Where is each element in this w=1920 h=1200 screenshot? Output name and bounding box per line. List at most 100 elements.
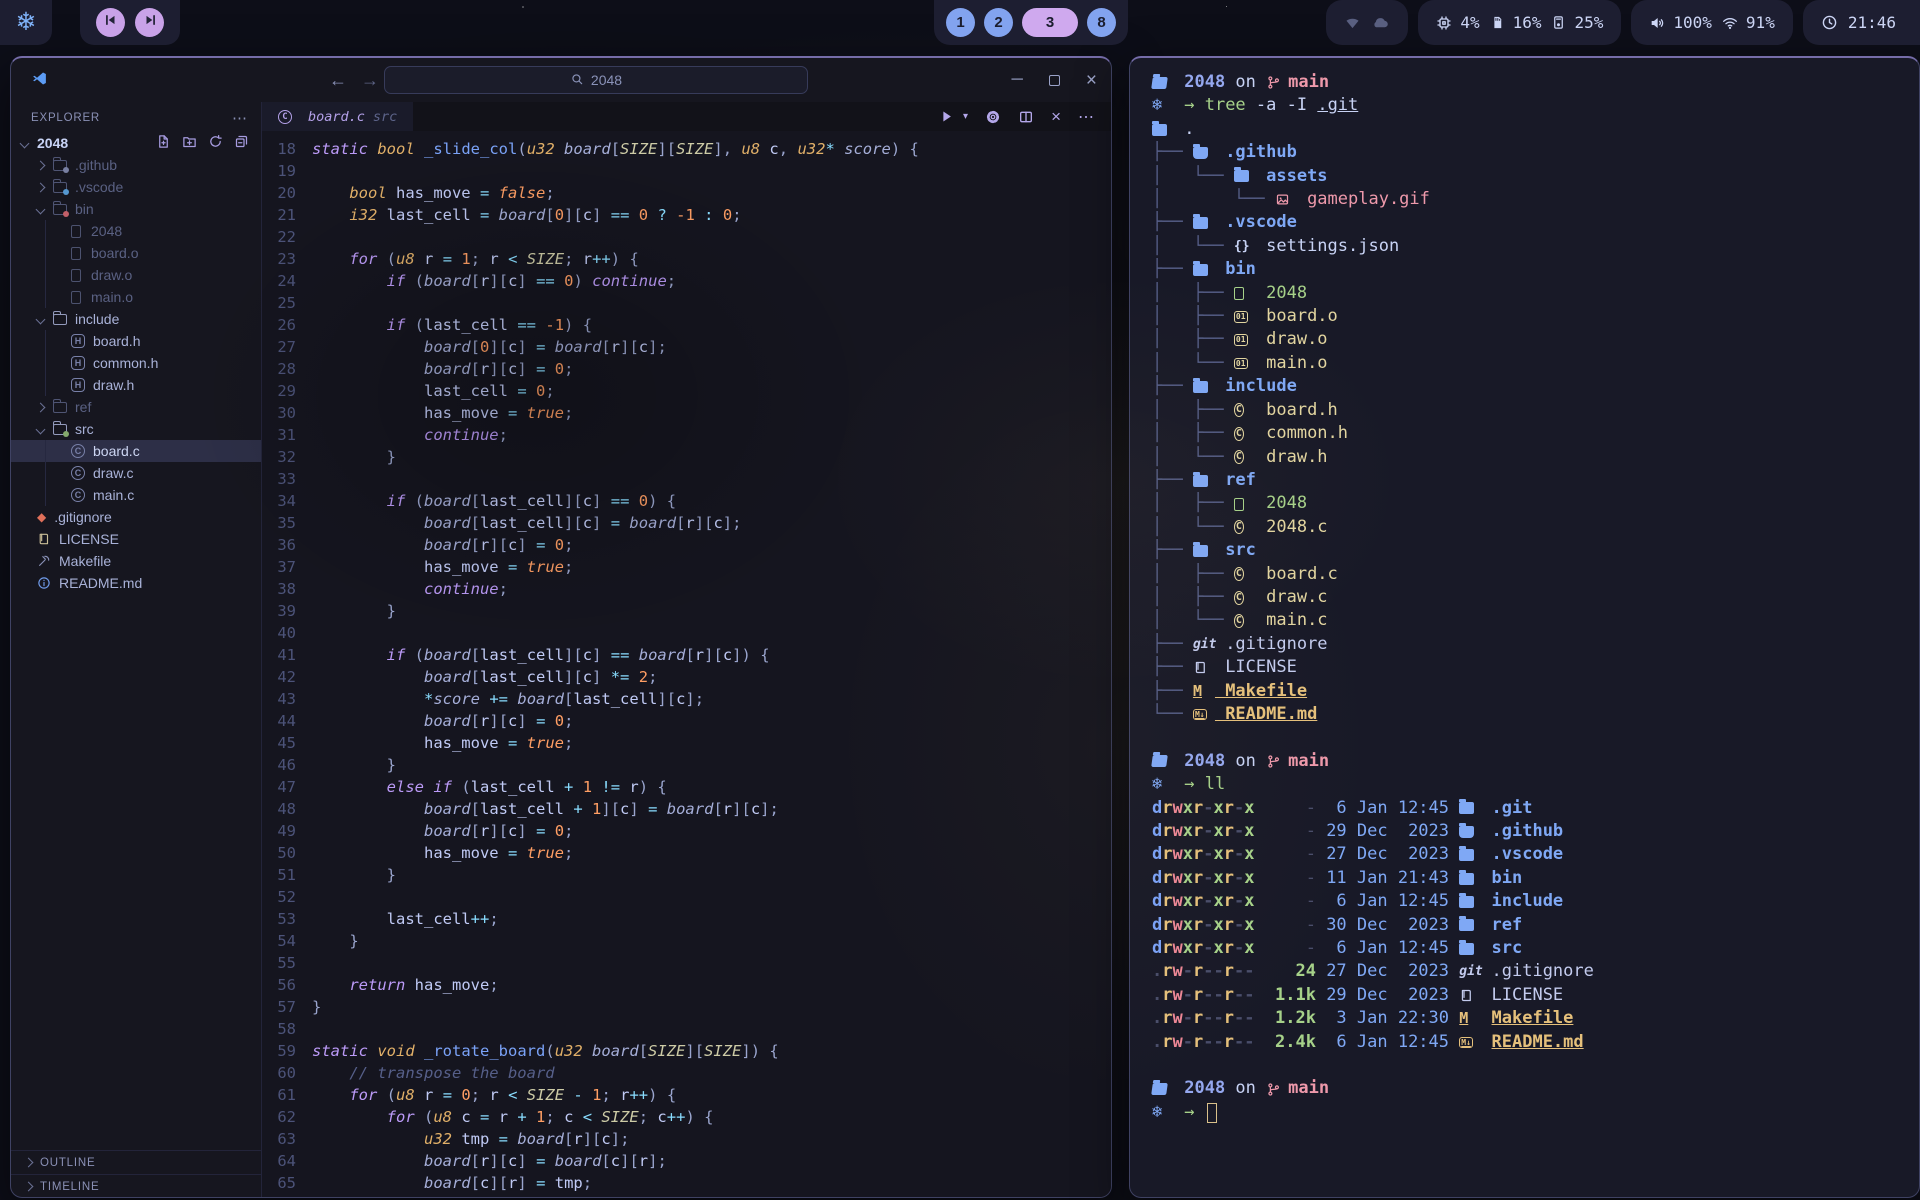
vscode-logo-icon [31, 70, 48, 92]
sidebar-item-LICENSE[interactable]: LICENSE [11, 528, 261, 550]
sidebar-item-common.h[interactable]: Hcommon.h [11, 352, 261, 374]
code-editor[interactable]: 18static bool _slide_col(u32 board[SIZE]… [262, 131, 1111, 1198]
sidebar-item-main.o[interactable]: main.o [11, 286, 261, 308]
line-number: 29 [262, 380, 312, 402]
flake-icon: ❄ [1152, 773, 1174, 796]
sidebar-item-.gitignore[interactable]: ◆.gitignore [11, 506, 261, 528]
clock-icon [1821, 14, 1838, 31]
close-button[interactable]: × [1086, 71, 1097, 90]
line-number: 57 [262, 996, 312, 1018]
code-line: 26 if (last_cell == -1) { [262, 314, 1111, 336]
m-letter-icon: M [1459, 1007, 1481, 1030]
run-or-debug-button[interactable] [939, 109, 954, 124]
stat-cpu: 4% [1436, 13, 1479, 32]
code-line: 22 [262, 226, 1111, 248]
folder-icon [53, 424, 67, 435]
workspace-3[interactable]: 3 [1022, 8, 1078, 37]
tab-board.c[interactable]: C board.c src [262, 102, 413, 131]
tree-row-src: ├── src [1152, 539, 1919, 562]
sidebar-item-ref[interactable]: ref [11, 396, 261, 418]
braces-icon: {} [1234, 235, 1256, 258]
code-line: 24 if (board[r][c] == 0) continue; [262, 270, 1111, 292]
c-file-icon: C [71, 488, 85, 502]
explorer-more-actions-icon[interactable]: ⋯ [232, 109, 247, 127]
top-status-bar: ❄ 1238 4%16%25% 100%91% 21:46 [0, 0, 1920, 45]
line-number: 62 [262, 1106, 312, 1128]
workspace-1[interactable]: 1 [946, 8, 975, 37]
more-actions-button[interactable]: ⋯ [1078, 107, 1095, 127]
sidebar-item-src[interactable]: src [11, 418, 261, 440]
terminal-command: ❄ → tree -a -I .git [1152, 94, 1919, 117]
terminal-content[interactable]: 2048 on main❄ → tree -a -I .git .├── .gi… [1130, 58, 1919, 1124]
skip-back-button[interactable] [96, 8, 125, 37]
workspace-2[interactable]: 2 [984, 8, 1013, 37]
workspace-8[interactable]: 8 [1087, 8, 1116, 37]
folder-open-icon [1152, 755, 1174, 767]
sidebar-item-draw.c[interactable]: Cdraw.c [11, 462, 261, 484]
skip-forward-icon [143, 13, 157, 32]
vscode-window: ← → 2048 ─ × EXPLORER ⋯ 2048 .github.vsc… [10, 56, 1112, 1198]
sidebar-item-draw.o[interactable]: draw.o [11, 264, 261, 286]
tree-row-2048: │ ├── 2048 [1152, 282, 1919, 305]
explorer-root-2048[interactable]: 2048 [11, 132, 261, 154]
code-line: 46 } [262, 754, 1111, 776]
sidebar-item-board.o[interactable]: board.o [11, 242, 261, 264]
skip-forward-button[interactable] [135, 8, 164, 37]
maximize-button[interactable] [1049, 75, 1060, 86]
line-number: 47 [262, 776, 312, 798]
sidebar-item-bin[interactable]: bin [11, 198, 261, 220]
line-number: 49 [262, 820, 312, 842]
code-line: 33 [262, 468, 1111, 490]
folder-icon [1193, 217, 1215, 229]
tree-row-Makefile: ├── M Makefile [1152, 680, 1919, 703]
code-line: 38 continue; [262, 578, 1111, 600]
sidebar-item-README.md[interactable]: README.md [11, 572, 261, 594]
code-line: 23 for (u8 r = 1; r < SIZE; r++) { [262, 248, 1111, 270]
c-file-icon: C [71, 444, 85, 458]
tree-row-board.c: │ ├── C board.c [1152, 563, 1919, 586]
new-file-button[interactable] [156, 134, 171, 152]
code-line: 50 has_move = true; [262, 842, 1111, 864]
sidebar-item-draw.h[interactable]: Hdraw.h [11, 374, 261, 396]
sidebar-item-main.c[interactable]: Cmain.c [11, 484, 261, 506]
code-line: 51 } [262, 864, 1111, 886]
tree-row-ref: ├── ref [1152, 469, 1919, 492]
vscode-titlebar: ← → 2048 ─ × [11, 58, 1111, 102]
timeline-section[interactable]: TIMELINE [11, 1174, 261, 1198]
book-icon [1459, 988, 1481, 1003]
item-label: main.c [93, 487, 134, 503]
item-label: draw.c [93, 465, 133, 481]
command-center-search[interactable]: 2048 [384, 66, 808, 94]
line-number: 24 [262, 270, 312, 292]
sidebar-item-board.h[interactable]: Hboard.h [11, 330, 261, 352]
navigate-back-button[interactable]: ← [329, 70, 347, 91]
close-editor-button[interactable]: × [1051, 107, 1061, 127]
nixos-menu-button[interactable]: ❄ [0, 0, 52, 45]
line-number: 63 [262, 1128, 312, 1150]
outline-section[interactable]: OUTLINE [11, 1150, 261, 1174]
sidebar-item-.github[interactable]: .github [11, 154, 261, 176]
settings-gear-button[interactable] [985, 109, 1001, 125]
flake-icon: ❄ [1152, 94, 1174, 117]
ll-row-include: drwxr-xr-x - 6 Jan 12:45 include [1152, 890, 1919, 913]
new-folder-button[interactable] [182, 134, 197, 152]
item-label: .vscode [75, 179, 123, 195]
sidebar-item-include[interactable]: include [11, 308, 261, 330]
line-number: 28 [262, 358, 312, 380]
navigate-forward-button[interactable]: → [361, 70, 379, 91]
terminal-prompt: 2048 on main [1152, 71, 1919, 94]
sidebar-item-2048[interactable]: 2048 [11, 220, 261, 242]
tree-row-draw.c: │ ├── C draw.c [1152, 586, 1919, 609]
sidebar-item-board.c[interactable]: Cboard.c [11, 440, 261, 462]
collapse-all-button[interactable] [234, 134, 249, 152]
folder-gear-icon [1459, 896, 1481, 908]
minimize-button[interactable]: ─ [1012, 72, 1023, 88]
skip-back-icon [104, 13, 118, 32]
refresh-button[interactable] [208, 134, 223, 152]
split-editor-button[interactable] [1018, 109, 1034, 125]
sidebar-item-.vscode[interactable]: .vscode [11, 176, 261, 198]
code-line: 63 u32 tmp = board[r][c]; [262, 1128, 1111, 1150]
code-line: 39 } [262, 600, 1111, 622]
code-line: 30 has_move = true; [262, 402, 1111, 424]
sidebar-item-Makefile[interactable]: Makefile [11, 550, 261, 572]
